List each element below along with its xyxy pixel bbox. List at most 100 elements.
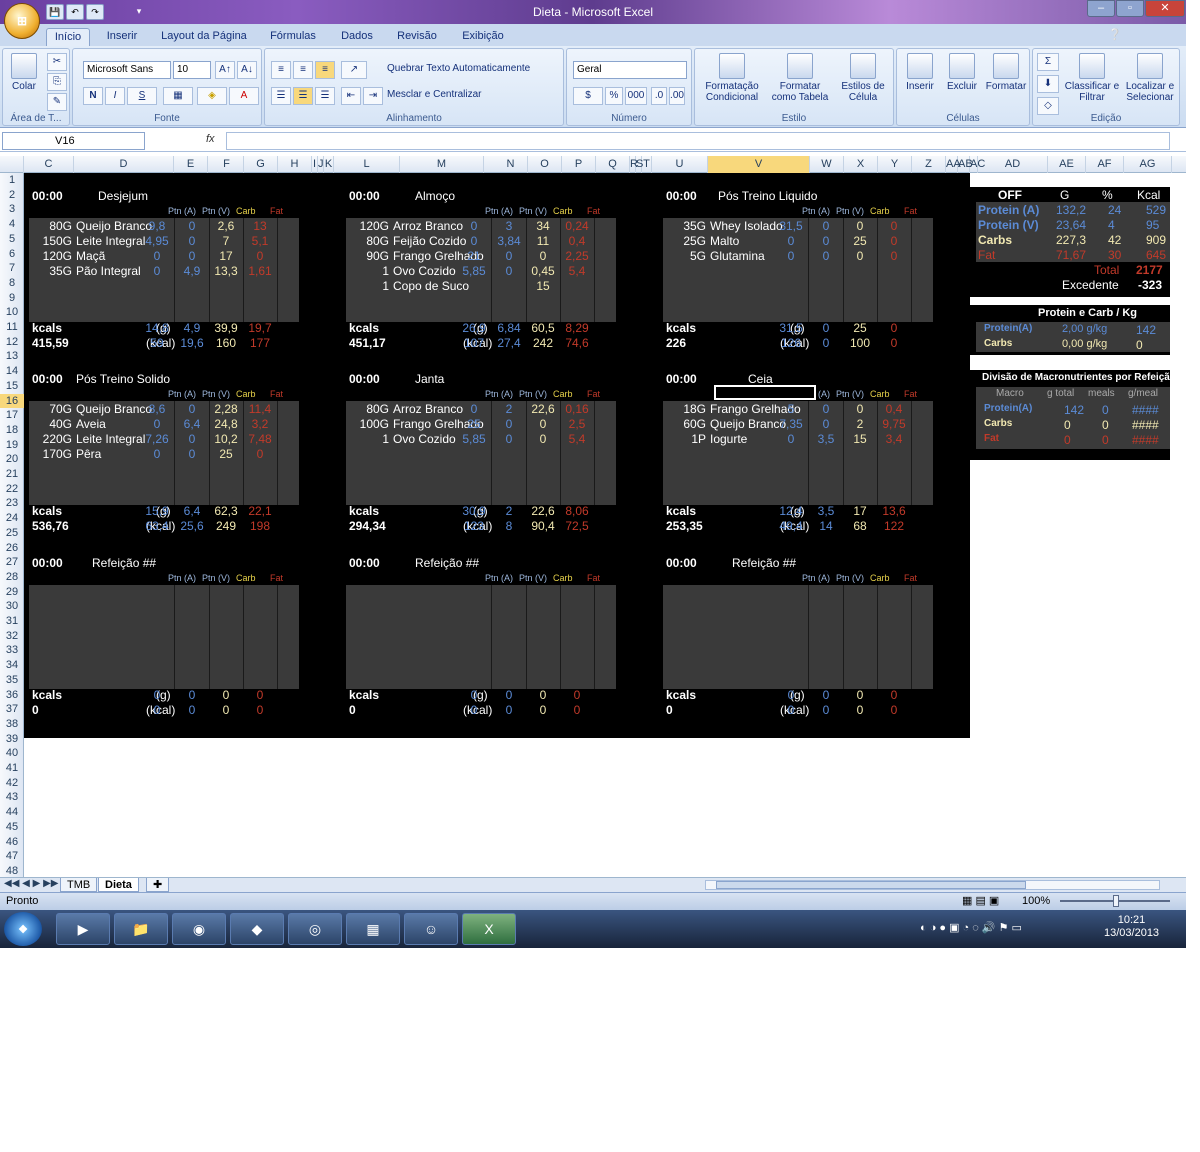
item-c[interactable]: 25 (843, 234, 877, 248)
meal-time[interactable]: 00:00 (32, 556, 63, 570)
item-b[interactable]: 6,4 (175, 417, 209, 431)
scroll-thumb[interactable] (716, 881, 1026, 889)
column-header[interactable]: U (652, 156, 708, 173)
item-a[interactable]: 0 (774, 432, 808, 446)
item-c[interactable]: 2,28 (209, 402, 243, 416)
item-food[interactable]: Maçã (76, 249, 105, 263)
row-header[interactable]: 36 (0, 688, 24, 703)
messenger-icon[interactable]: ☺ (404, 913, 458, 945)
item-c[interactable]: 0 (843, 249, 877, 263)
item-d[interactable]: 0,4 (560, 234, 594, 248)
row-header[interactable]: 5 (0, 232, 24, 247)
align-right-icon[interactable]: ☰ (315, 87, 335, 105)
meal-items-area[interactable] (29, 585, 299, 689)
meal-items-area[interactable] (346, 585, 616, 689)
item-b[interactable]: 0 (492, 264, 526, 278)
wrap-text-button[interactable]: Quebrar Texto Automaticamente (387, 61, 561, 79)
meal-name[interactable]: Janta (415, 372, 444, 386)
item-quantity[interactable]: 80G (349, 402, 389, 416)
start-button[interactable]: ❖ (4, 912, 42, 946)
row-header[interactable]: 8 (0, 276, 24, 291)
column-header[interactable]: M (400, 156, 484, 173)
item-a[interactable]: 8,6 (140, 402, 174, 416)
item-a[interactable]: 0 (140, 249, 174, 263)
paste-button[interactable]: Colar (7, 53, 41, 92)
column-header[interactable]: AA (946, 156, 961, 173)
item-b[interactable]: 3 (492, 219, 526, 233)
item-c[interactable]: 0,45 (526, 264, 560, 278)
item-b[interactable]: 4,9 (175, 264, 209, 278)
row-header[interactable]: 12 (0, 335, 24, 350)
column-header[interactable]: N (494, 156, 528, 173)
item-b[interactable]: 0 (492, 432, 526, 446)
font-name-combo[interactable]: Microsoft Sans (83, 61, 171, 79)
item-a[interactable]: 5,85 (457, 432, 491, 446)
item-a[interactable]: 0 (774, 234, 808, 248)
item-food[interactable]: Glutamina (710, 249, 765, 263)
merge-center-button[interactable]: Mesclar e Centralizar (387, 87, 527, 105)
row-header[interactable]: 30 (0, 599, 24, 614)
item-c[interactable]: 22,6 (526, 402, 560, 416)
item-d[interactable]: 11,4 (243, 402, 277, 416)
item-d[interactable]: 2,25 (560, 249, 594, 263)
column-header[interactable]: L (334, 156, 400, 173)
media-player-icon[interactable]: ▶ (56, 913, 110, 945)
item-c[interactable]: 7 (209, 234, 243, 248)
row-header[interactable]: 3 (0, 202, 24, 217)
currency-icon[interactable]: $ (573, 87, 603, 105)
column-header[interactable]: D (74, 156, 174, 173)
item-c[interactable]: 0 (526, 432, 560, 446)
row-header[interactable]: 42 (0, 776, 24, 791)
customize-qat-icon[interactable]: ▾ (130, 4, 148, 20)
meal-time[interactable]: 00:00 (349, 189, 380, 203)
row-header[interactable]: 19 (0, 438, 24, 453)
view-buttons-icon[interactable]: ▦ ▤ ▣ (962, 893, 999, 910)
column-header[interactable]: AC (970, 156, 985, 173)
item-b[interactable]: 0 (809, 249, 843, 263)
meal-time[interactable]: 00:00 (666, 556, 697, 570)
meal-name[interactable]: Refeição ## (415, 556, 479, 570)
item-quantity[interactable]: 120G (349, 219, 389, 233)
item-a[interactable]: 0 (457, 234, 491, 248)
tab-dados[interactable]: Dados (334, 28, 380, 46)
row-header[interactable]: 13 (0, 349, 24, 364)
row-header[interactable]: 47 (0, 849, 24, 864)
row-header[interactable]: 17 (0, 408, 24, 423)
item-d[interactable]: 9,75 (877, 417, 911, 431)
row-header[interactable]: 22 (0, 482, 24, 497)
item-quantity[interactable]: 70G (32, 402, 72, 416)
column-header[interactable]: Q (596, 156, 630, 173)
item-a[interactable]: 9,8 (140, 219, 174, 233)
calculator-icon[interactable]: ▦ (346, 913, 400, 945)
item-a[interactable]: 31,5 (774, 219, 808, 233)
item-b[interactable]: 0 (809, 219, 843, 233)
row-header[interactable]: 4 (0, 217, 24, 232)
item-quantity[interactable]: 18G (666, 402, 706, 416)
shrink-font-icon[interactable]: A↓ (237, 61, 257, 79)
item-a[interactable]: 0 (457, 402, 491, 416)
align-center-icon[interactable]: ☰ (293, 87, 313, 105)
item-food[interactable]: Copo de Suco (393, 279, 469, 293)
item-d[interactable]: 0 (877, 234, 911, 248)
row-header[interactable]: 41 (0, 761, 24, 776)
item-food[interactable]: Ovo Cozido (393, 432, 456, 446)
item-quantity[interactable]: 25G (666, 234, 706, 248)
item-c[interactable]: 0 (843, 402, 877, 416)
meal-time[interactable]: 00:00 (666, 372, 697, 386)
item-quantity[interactable]: 90G (349, 249, 389, 263)
item-food[interactable]: Feijão Cozido (393, 234, 466, 248)
item-b[interactable]: 2 (492, 402, 526, 416)
increase-decimal-icon[interactable]: .0 (651, 87, 667, 105)
app-icon[interactable]: ◆ (230, 913, 284, 945)
conditional-format-button[interactable]: Formatação Condicional (699, 53, 765, 103)
item-c[interactable]: 15 (526, 279, 560, 293)
row-header[interactable]: 26 (0, 541, 24, 556)
item-c[interactable]: 13,3 (209, 264, 243, 278)
item-b[interactable]: 0 (175, 447, 209, 461)
item-b[interactable]: 3,84 (492, 234, 526, 248)
item-quantity[interactable]: 35G (32, 264, 72, 278)
item-a[interactable]: 7,26 (140, 432, 174, 446)
item-a[interactable]: 0 (140, 264, 174, 278)
meal-name[interactable]: Refeição ## (92, 556, 156, 570)
tab-inicio[interactable]: Início (46, 28, 90, 46)
